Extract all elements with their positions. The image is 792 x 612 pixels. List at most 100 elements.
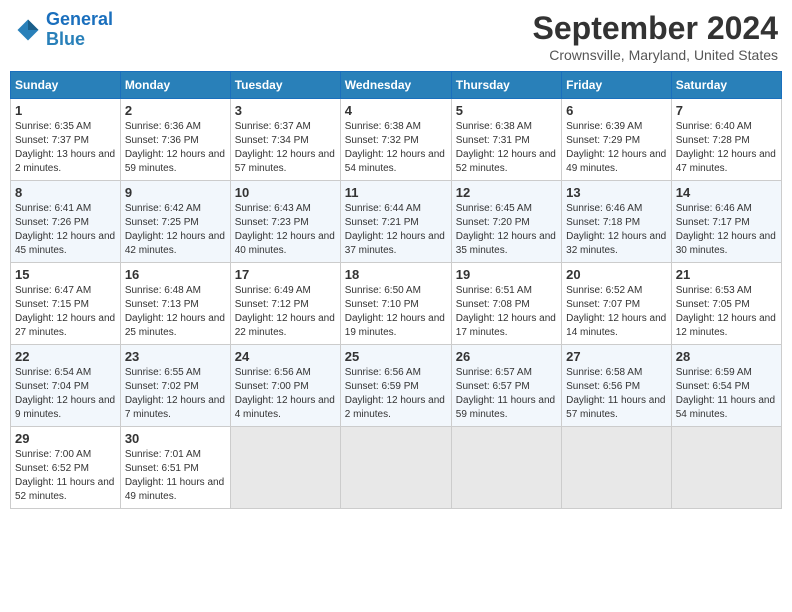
day-number: 28 xyxy=(676,349,777,364)
day-number: 7 xyxy=(676,103,777,118)
day-number: 5 xyxy=(456,103,557,118)
calendar-cell: 3 Sunrise: 6:37 AM Sunset: 7:34 PM Daylig… xyxy=(230,99,340,181)
day-info: Sunrise: 6:54 AM Sunset: 7:04 PM Dayligh… xyxy=(15,366,116,422)
column-header-monday: Monday xyxy=(120,72,230,99)
calendar-cell: 15 Sunrise: 6:47 AM Sunset: 7:15 PM Dayli… xyxy=(11,263,121,345)
logo: General Blue xyxy=(14,10,113,50)
column-header-sunday: Sunday xyxy=(11,72,121,99)
calendar-cell: 13 Sunrise: 6:46 AM Sunset: 7:18 PM Dayli… xyxy=(562,181,672,263)
calendar-cell: 28Sunrise: 6:59 AM Sunset: 6:54 PM Dayli… xyxy=(671,345,781,427)
day-number: 21 xyxy=(676,267,777,282)
day-number: 14 xyxy=(676,185,777,200)
day-number: 29 xyxy=(15,431,116,446)
day-number: 6 xyxy=(566,103,667,118)
calendar-cell: 4 Sunrise: 6:38 AM Sunset: 7:32 PM Daylig… xyxy=(340,99,451,181)
column-header-wednesday: Wednesday xyxy=(340,72,451,99)
day-info: Sunrise: 6:56 AM Sunset: 6:59 PM Dayligh… xyxy=(345,366,447,422)
calendar-cell xyxy=(671,427,781,509)
day-info: Sunrise: 6:50 AM Sunset: 7:10 PM Dayligh… xyxy=(345,284,447,340)
day-info: Sunrise: 6:37 AM Sunset: 7:34 PM Dayligh… xyxy=(235,120,336,176)
column-header-friday: Friday xyxy=(562,72,672,99)
day-number: 22 xyxy=(15,349,116,364)
day-info: Sunrise: 6:49 AM Sunset: 7:12 PM Dayligh… xyxy=(235,284,336,340)
calendar-cell: 14 Sunrise: 6:46 AM Sunset: 7:17 PM Dayli… xyxy=(671,181,781,263)
day-number: 1 xyxy=(15,103,116,118)
calendar-cell: 16Sunrise: 6:48 AM Sunset: 7:13 PM Dayli… xyxy=(120,263,230,345)
calendar-cell xyxy=(562,427,672,509)
day-info: Sunrise: 6:36 AM Sunset: 7:36 PM Dayligh… xyxy=(125,120,226,176)
day-info: Sunrise: 6:57 AM Sunset: 6:57 PM Dayligh… xyxy=(456,366,557,422)
calendar-cell: 26 Sunrise: 6:57 AM Sunset: 6:57 PM Dayli… xyxy=(451,345,561,427)
day-number: 10 xyxy=(235,185,336,200)
day-number: 15 xyxy=(15,267,116,282)
day-info: Sunrise: 6:51 AM Sunset: 7:08 PM Dayligh… xyxy=(456,284,557,340)
column-header-tuesday: Tuesday xyxy=(230,72,340,99)
calendar-cell: 22 Sunrise: 6:54 AM Sunset: 7:04 PM Dayli… xyxy=(11,345,121,427)
logo-icon xyxy=(14,16,42,44)
calendar-cell: 6 Sunrise: 6:39 AM Sunset: 7:29 PM Daylig… xyxy=(562,99,672,181)
day-number: 9 xyxy=(125,185,226,200)
calendar-cell: 12 Sunrise: 6:45 AM Sunset: 7:20 PM Dayli… xyxy=(451,181,561,263)
day-number: 12 xyxy=(456,185,557,200)
column-header-saturday: Saturday xyxy=(671,72,781,99)
calendar-cell: 25 Sunrise: 6:56 AM Sunset: 6:59 PM Dayli… xyxy=(340,345,451,427)
day-number: 23 xyxy=(125,349,226,364)
day-info: Sunrise: 6:38 AM Sunset: 7:32 PM Dayligh… xyxy=(345,120,447,176)
day-number: 25 xyxy=(345,349,447,364)
day-number: 11 xyxy=(345,185,447,200)
day-info: Sunrise: 6:46 AM Sunset: 7:18 PM Dayligh… xyxy=(566,202,667,258)
calendar-cell: 20 Sunrise: 6:52 AM Sunset: 7:07 PM Dayli… xyxy=(562,263,672,345)
day-number: 27 xyxy=(566,349,667,364)
day-number: 3 xyxy=(235,103,336,118)
calendar-table: SundayMondayTuesdayWednesdayThursdayFrid… xyxy=(10,71,782,509)
day-info: Sunrise: 6:44 AM Sunset: 7:21 PM Dayligh… xyxy=(345,202,447,258)
day-info: Sunrise: 7:00 AM Sunset: 6:52 PM Dayligh… xyxy=(15,448,116,504)
day-number: 26 xyxy=(456,349,557,364)
calendar-cell: 30 Sunrise: 7:01 AM Sunset: 6:51 PM Dayli… xyxy=(120,427,230,509)
calendar-cell: 29 Sunrise: 7:00 AM Sunset: 6:52 PM Dayli… xyxy=(11,427,121,509)
day-number: 30 xyxy=(125,431,226,446)
calendar-cell: 2Sunrise: 6:36 AM Sunset: 7:36 PM Daylig… xyxy=(120,99,230,181)
calendar-cell: 11 Sunrise: 6:44 AM Sunset: 7:21 PM Dayli… xyxy=(340,181,451,263)
calendar-cell xyxy=(230,427,340,509)
day-number: 4 xyxy=(345,103,447,118)
day-number: 18 xyxy=(345,267,447,282)
day-info: Sunrise: 6:58 AM Sunset: 6:56 PM Dayligh… xyxy=(566,366,667,422)
day-info: Sunrise: 7:01 AM Sunset: 6:51 PM Dayligh… xyxy=(125,448,226,504)
calendar-cell: 10 Sunrise: 6:43 AM Sunset: 7:23 PM Dayli… xyxy=(230,181,340,263)
calendar-cell: 7Sunrise: 6:40 AM Sunset: 7:28 PM Daylig… xyxy=(671,99,781,181)
day-info: Sunrise: 6:41 AM Sunset: 7:26 PM Dayligh… xyxy=(15,202,116,258)
day-info: Sunrise: 6:52 AM Sunset: 7:07 PM Dayligh… xyxy=(566,284,667,340)
day-info: Sunrise: 6:47 AM Sunset: 7:15 PM Dayligh… xyxy=(15,284,116,340)
calendar-cell: 21 Sunrise: 6:53 AM Sunset: 7:05 PM Dayli… xyxy=(671,263,781,345)
day-info: Sunrise: 6:48 AM Sunset: 7:13 PM Dayligh… xyxy=(125,284,226,340)
location: Crownsville, Maryland, United States xyxy=(533,47,778,63)
day-number: 24 xyxy=(235,349,336,364)
day-number: 17 xyxy=(235,267,336,282)
calendar-cell: 23Sunrise: 6:55 AM Sunset: 7:02 PM Dayli… xyxy=(120,345,230,427)
column-header-thursday: Thursday xyxy=(451,72,561,99)
calendar-cell: 24 Sunrise: 6:56 AM Sunset: 7:00 PM Dayli… xyxy=(230,345,340,427)
calendar-cell xyxy=(451,427,561,509)
title-section: September 2024 Crownsville, Maryland, Un… xyxy=(533,10,778,63)
day-number: 8 xyxy=(15,185,116,200)
month-title: September 2024 xyxy=(533,10,778,47)
calendar-cell: 1 Sunrise: 6:35 AM Sunset: 7:37 PM Daylig… xyxy=(11,99,121,181)
day-number: 20 xyxy=(566,267,667,282)
calendar-cell: 17 Sunrise: 6:49 AM Sunset: 7:12 PM Dayli… xyxy=(230,263,340,345)
day-info: Sunrise: 6:53 AM Sunset: 7:05 PM Dayligh… xyxy=(676,284,777,340)
day-info: Sunrise: 6:45 AM Sunset: 7:20 PM Dayligh… xyxy=(456,202,557,258)
day-info: Sunrise: 6:56 AM Sunset: 7:00 PM Dayligh… xyxy=(235,366,336,422)
calendar-cell: 18 Sunrise: 6:50 AM Sunset: 7:10 PM Dayli… xyxy=(340,263,451,345)
day-info: Sunrise: 6:35 AM Sunset: 7:37 PM Dayligh… xyxy=(15,120,116,176)
page-header: General Blue September 2024 Crownsville,… xyxy=(10,10,782,63)
calendar-cell xyxy=(340,427,451,509)
day-number: 13 xyxy=(566,185,667,200)
calendar-cell: 27 Sunrise: 6:58 AM Sunset: 6:56 PM Dayli… xyxy=(562,345,672,427)
day-info: Sunrise: 6:42 AM Sunset: 7:25 PM Dayligh… xyxy=(125,202,226,258)
day-info: Sunrise: 6:43 AM Sunset: 7:23 PM Dayligh… xyxy=(235,202,336,258)
day-info: Sunrise: 6:39 AM Sunset: 7:29 PM Dayligh… xyxy=(566,120,667,176)
day-info: Sunrise: 6:38 AM Sunset: 7:31 PM Dayligh… xyxy=(456,120,557,176)
day-info: Sunrise: 6:46 AM Sunset: 7:17 PM Dayligh… xyxy=(676,202,777,258)
calendar-cell: 9 Sunrise: 6:42 AM Sunset: 7:25 PM Daylig… xyxy=(120,181,230,263)
